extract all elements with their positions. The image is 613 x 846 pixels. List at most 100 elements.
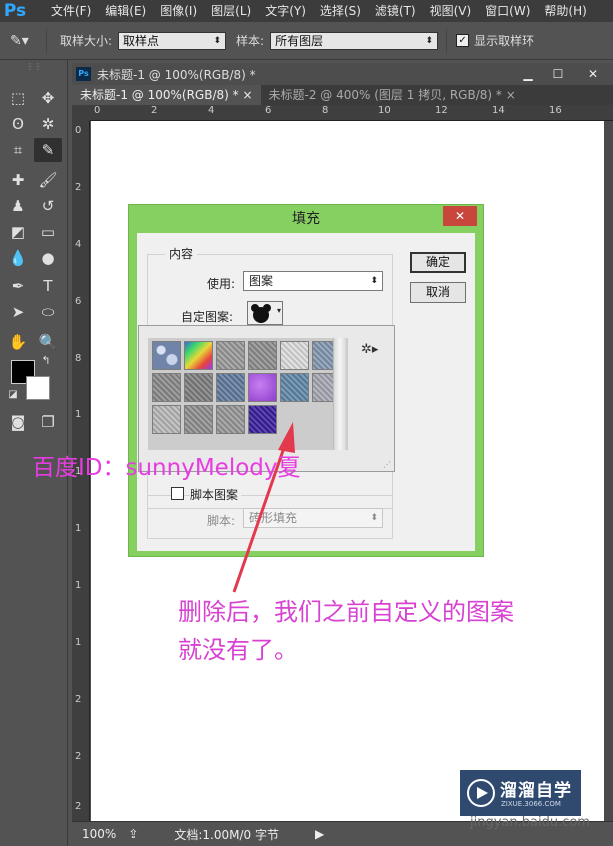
pattern-swatch-stone[interactable]	[184, 405, 213, 434]
dropdown-arrow-icon: ▾	[276, 306, 281, 315]
document-window-title: 未标题-1 @ 100%(RGB/8) *	[97, 67, 256, 82]
pattern-swatch-steel[interactable]	[280, 373, 309, 402]
annotation-arrow	[232, 422, 295, 593]
quick-mask-icon[interactable]: ◙	[4, 410, 32, 434]
ruler-label: 0	[75, 125, 82, 136]
ruler-corner	[72, 105, 90, 121]
dodge-tool-icon[interactable]: ●	[34, 246, 62, 270]
menu-filter[interactable]: 滤镜(T)	[368, 0, 423, 22]
close-window-icon[interactable]: ✕	[573, 67, 613, 81]
tab-document-2[interactable]: 未标题-2 @ 400% (图层 1 拷贝, RGB/8) * ×	[261, 85, 524, 105]
dialog-title: 填充	[292, 211, 320, 227]
pattern-swatch-rainbow[interactable]	[184, 341, 213, 370]
menu-image[interactable]: 图像(I)	[153, 0, 204, 22]
note-line: 删除后，我们之前自定义的图案	[178, 598, 514, 626]
pen-tool-icon[interactable]: ✒	[4, 274, 32, 298]
pattern-swatch-fabric[interactable]	[152, 373, 181, 402]
tab-label: 未标题-1 @ 100%(RGB/8) *	[80, 88, 239, 102]
eraser-tool-icon[interactable]: ◩	[4, 220, 32, 244]
close-tab-icon[interactable]: ×	[242, 88, 252, 102]
screen-mode-icon[interactable]: ❐	[34, 410, 62, 434]
magic-wand-tool-icon[interactable]: ✲	[34, 112, 62, 136]
stamp-tool-icon[interactable]: ♟	[4, 194, 32, 218]
ruler-label: 2	[75, 751, 82, 762]
move-tool-icon[interactable]: ✥	[34, 86, 62, 110]
tab-label: 未标题-2 @ 400% (图层 1 拷贝, RGB/8) *	[268, 88, 502, 102]
ruler-label: 8	[75, 353, 82, 364]
sample-size-select[interactable]: 取样点 ⬍	[118, 31, 227, 50]
crop-tool-icon[interactable]: ⌗	[4, 138, 32, 162]
baidu-id-annotation: 百度ID：sunnyMelody夏	[32, 455, 301, 481]
marquee-tool-icon[interactable]: ⬚	[4, 86, 32, 110]
type-tool-icon[interactable]: T	[34, 274, 62, 298]
ps-doc-icon: Ps	[76, 67, 91, 81]
panel-grip-icon[interactable]: ⋮⋮	[20, 62, 48, 72]
select-arrows-icon: ⬍	[425, 35, 434, 46]
ruler-label: 12	[435, 105, 448, 116]
menu-layer[interactable]: 图层(L)	[204, 0, 258, 22]
pattern-swatch-purple[interactable]	[248, 373, 277, 402]
resize-grip-icon[interactable]: ⋰	[383, 460, 391, 469]
use-select[interactable]: 图案 ⬍	[243, 271, 383, 291]
menu-select[interactable]: 选择(S)	[313, 0, 368, 22]
custom-pattern-label: 自定图案:	[181, 310, 234, 324]
default-colors-icon[interactable]: ◪	[6, 388, 20, 402]
menu-window[interactable]: 窗口(W)	[478, 0, 537, 22]
custom-pattern-picker[interactable]: ▾	[247, 301, 283, 325]
export-icon[interactable]: ⇪	[128, 827, 138, 841]
menu-edit[interactable]: 编辑(E)	[98, 0, 153, 22]
note-line: 就没有了。	[178, 636, 298, 664]
document-size: 文档:1.00M/0 字节	[174, 827, 279, 842]
blur-tool-icon[interactable]: 💧	[4, 246, 32, 270]
healing-brush-tool-icon[interactable]: ✚	[4, 168, 32, 192]
ruler-label: 2	[151, 105, 158, 116]
pattern-swatch-light[interactable]	[280, 341, 309, 370]
pattern-swatch-gray[interactable]	[248, 341, 277, 370]
select-arrows-icon: ⬍	[370, 513, 378, 523]
pattern-swatch-weave[interactable]	[216, 341, 245, 370]
eyedropper-tool-icon[interactable]: ✎	[34, 138, 62, 162]
watermark-url: ZIXUE.3066.COM	[501, 800, 561, 808]
pattern-grid-scrollbar[interactable]	[333, 338, 346, 450]
ruler-label: 8	[322, 105, 329, 116]
menu-view[interactable]: 视图(V)	[423, 0, 479, 22]
lasso-tool-icon[interactable]: ʘ	[4, 112, 32, 136]
sample-select[interactable]: 所有图层 ⬍	[270, 31, 439, 50]
history-brush-tool-icon[interactable]: ↺	[34, 194, 62, 218]
close-tab-icon[interactable]: ×	[506, 88, 516, 102]
pattern-swatch-blue[interactable]	[216, 373, 245, 402]
background-color-swatch[interactable]	[26, 376, 50, 400]
menu-type[interactable]: 文字(Y)	[258, 0, 313, 22]
pattern-swatch-noise[interactable]	[184, 373, 213, 402]
zoom-tool-icon[interactable]: 🔍	[34, 330, 62, 354]
script-checkbox[interactable]	[171, 487, 184, 500]
ruler-label: 4	[75, 239, 82, 250]
hand-tool-icon[interactable]: ✋	[4, 330, 32, 354]
horizontal-ruler[interactable]: 0 2 4 6 8 10 12 14 16	[90, 105, 613, 121]
brush-tool-icon[interactable]: 🖌	[34, 168, 62, 192]
tab-document-1[interactable]: 未标题-1 @ 100%(RGB/8) * ×	[72, 85, 261, 105]
ok-button[interactable]: 确定	[410, 252, 466, 273]
ellipse-tool-icon[interactable]: ⬭	[34, 300, 62, 324]
status-menu-arrow-icon[interactable]: ▶	[315, 827, 324, 841]
show-ring-checkbox[interactable]: ✓	[456, 34, 470, 47]
vertical-scrollbar[interactable]	[604, 121, 613, 821]
pattern-swatch-bubbles[interactable]	[152, 341, 181, 370]
minimize-icon[interactable]: ▁	[513, 67, 543, 81]
dialog-close-icon[interactable]: ✕	[443, 206, 477, 226]
swap-colors-icon[interactable]: ↰	[38, 354, 54, 368]
ruler-label: 6	[75, 296, 82, 307]
eyedropper-tool-preset-icon[interactable]: ✎▾	[10, 33, 46, 49]
document-tabs: 未标题-1 @ 100%(RGB/8) * × 未标题-2 @ 400% (图层…	[72, 85, 613, 105]
menu-file[interactable]: 文件(F)	[44, 0, 98, 22]
jingyan-watermark: jingyan.baidu.com	[470, 815, 590, 830]
gear-icon[interactable]: ✲▸	[361, 342, 378, 357]
gradient-tool-icon[interactable]: ▭	[34, 220, 62, 244]
pattern-swatch-paper[interactable]	[152, 405, 181, 434]
watermark-brand: 溜溜自学	[500, 781, 572, 801]
maximize-icon[interactable]: ☐	[543, 67, 573, 81]
cancel-button[interactable]: 取消	[410, 282, 466, 303]
menu-help[interactable]: 帮助(H)	[537, 0, 593, 22]
zoom-level[interactable]: 100%	[82, 827, 116, 841]
path-selection-tool-icon[interactable]: ➤	[4, 300, 32, 324]
